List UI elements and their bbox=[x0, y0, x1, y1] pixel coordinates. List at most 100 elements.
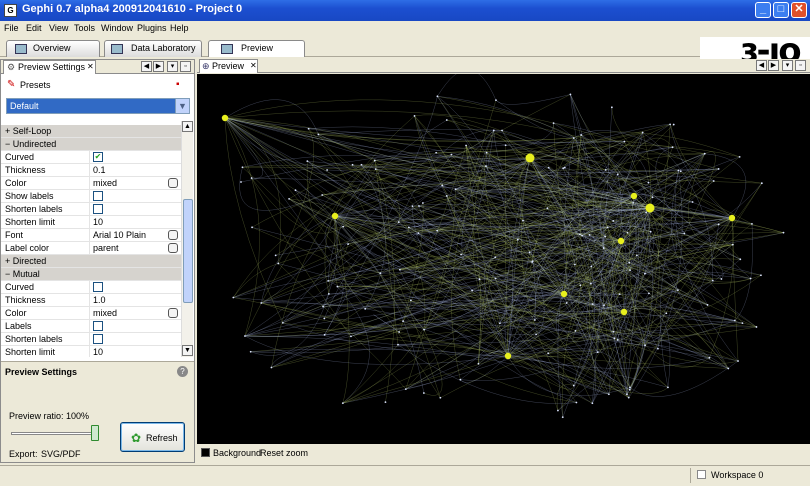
panel-minimize-button[interactable]: ▫ bbox=[795, 60, 806, 71]
scroll-up-button[interactable]: ▲ bbox=[182, 121, 193, 132]
tab-preview[interactable]: Preview bbox=[208, 40, 305, 57]
background-button[interactable]: Background bbox=[213, 448, 261, 458]
collapse-icon[interactable]: − bbox=[5, 139, 10, 149]
graph-node bbox=[560, 290, 568, 298]
graph-node bbox=[504, 352, 512, 360]
graph-node bbox=[398, 268, 401, 271]
refresh-button[interactable]: ✿ Refresh bbox=[120, 422, 185, 452]
panel-menu-button[interactable]: ▾ bbox=[167, 61, 178, 72]
property-row: Color mixed bbox=[1, 177, 181, 190]
tab-overview[interactable]: Overview bbox=[6, 40, 100, 57]
graph-edge bbox=[328, 232, 784, 282]
ellipsis-button[interactable] bbox=[168, 230, 178, 240]
scroll-right-button[interactable]: ▶ bbox=[153, 61, 164, 72]
graph-edge bbox=[495, 94, 571, 105]
property-row: Color mixed bbox=[1, 307, 181, 320]
graph-node bbox=[525, 153, 535, 163]
category-label: Directed bbox=[12, 256, 47, 266]
shorten-labels-checkbox[interactable] bbox=[93, 204, 103, 214]
graph-edge bbox=[669, 124, 733, 219]
category-mutual[interactable]: − Mutual bbox=[1, 268, 181, 281]
preview-ratio-slider[interactable] bbox=[11, 432, 97, 435]
menu-edit[interactable]: Edit bbox=[26, 23, 42, 33]
menu-view[interactable]: View bbox=[49, 23, 68, 33]
tab-data-laboratory[interactable]: Data Laboratory bbox=[104, 40, 202, 57]
ellipsis-button[interactable] bbox=[168, 308, 178, 318]
help-icon[interactable]: ? bbox=[177, 366, 188, 377]
graph-node bbox=[720, 278, 723, 280]
graph-node bbox=[627, 396, 630, 399]
mutual-shorten-labels-checkbox[interactable] bbox=[93, 334, 103, 344]
ellipsis-button[interactable] bbox=[168, 243, 178, 253]
presets-save-icon[interactable]: ▪ bbox=[176, 79, 180, 90]
curved-checkbox[interactable]: ✔ bbox=[93, 152, 103, 162]
graph-node bbox=[645, 203, 655, 213]
graph-node bbox=[617, 237, 625, 245]
graph-node bbox=[628, 388, 631, 391]
graph-node bbox=[232, 296, 235, 299]
thickness-field[interactable]: 0.1 bbox=[93, 165, 106, 175]
graph-node bbox=[323, 317, 326, 320]
reset-zoom-button[interactable]: Reset zoom bbox=[260, 448, 308, 458]
mutual-curved-checkbox[interactable] bbox=[93, 282, 103, 292]
preview-ratio-slider-thumb[interactable] bbox=[91, 425, 99, 441]
expand-icon[interactable]: + bbox=[5, 126, 10, 136]
tab-preview-view[interactable]: ⊕ Preview ✕ bbox=[199, 59, 258, 73]
preset-select[interactable]: Default ▼ bbox=[6, 98, 190, 114]
tab-close-icon[interactable]: ✕ bbox=[250, 60, 257, 72]
mutual-labels-checkbox[interactable] bbox=[93, 321, 103, 331]
mutual-shorten-limit-field[interactable]: 10 bbox=[93, 347, 103, 357]
menu-file[interactable]: File bbox=[4, 23, 19, 33]
menu-tools[interactable]: Tools bbox=[74, 23, 95, 33]
menu-help[interactable]: Help bbox=[170, 23, 189, 33]
property-label: Thickness bbox=[5, 165, 46, 175]
menu-window[interactable]: Window bbox=[101, 23, 133, 33]
graph-node bbox=[579, 284, 582, 287]
property-row: Label color parent bbox=[1, 242, 181, 255]
graph-node bbox=[739, 258, 742, 261]
scrollbar-thumb[interactable] bbox=[183, 199, 193, 303]
color-field[interactable]: mixed bbox=[93, 178, 117, 188]
background-color-swatch[interactable] bbox=[201, 448, 210, 457]
scroll-left-button[interactable]: ◀ bbox=[756, 60, 767, 71]
mutual-thickness-field[interactable]: 1.0 bbox=[93, 295, 106, 305]
category-directed[interactable]: + Directed bbox=[1, 255, 181, 268]
tab-close-icon[interactable]: ✕ bbox=[87, 61, 94, 73]
graph-node bbox=[606, 226, 609, 229]
collapse-icon[interactable]: − bbox=[5, 269, 10, 279]
scroll-right-button[interactable]: ▶ bbox=[768, 60, 779, 71]
category-self-loop[interactable]: + Self-Loop bbox=[1, 125, 181, 138]
font-field[interactable]: Arial 10 Plain bbox=[93, 230, 146, 240]
expand-icon[interactable]: + bbox=[5, 256, 10, 266]
property-row: Shorten labels bbox=[1, 203, 181, 216]
graph-edge bbox=[688, 153, 733, 246]
workspace-label[interactable]: Workspace 0 bbox=[711, 470, 763, 480]
mutual-color-field[interactable]: mixed bbox=[93, 308, 117, 318]
panel-minimize-button[interactable]: ▫ bbox=[180, 61, 191, 72]
graph-node bbox=[364, 307, 367, 310]
minimize-button[interactable]: _ bbox=[755, 2, 771, 18]
ellipsis-button[interactable] bbox=[168, 178, 178, 188]
export-link[interactable]: SVG/PDF bbox=[41, 449, 81, 459]
scroll-down-button[interactable]: ▼ bbox=[182, 345, 193, 356]
graph-preview-canvas[interactable] bbox=[197, 74, 810, 444]
menu-plugins[interactable]: Plugins bbox=[137, 23, 167, 33]
maximize-button[interactable]: □ bbox=[773, 2, 789, 18]
status-bar: Workspace 0 bbox=[0, 465, 810, 486]
graph-edge bbox=[324, 279, 344, 335]
chevron-down-icon[interactable]: ▼ bbox=[175, 99, 189, 113]
label-color-field[interactable]: parent bbox=[93, 243, 119, 253]
scroll-left-button[interactable]: ◀ bbox=[141, 61, 152, 72]
category-label: Self-Loop bbox=[12, 126, 52, 136]
shorten-limit-field[interactable]: 10 bbox=[93, 217, 103, 227]
tab-preview-settings[interactable]: ⚙ Preview Settings ✕ bbox=[3, 60, 96, 74]
panel-menu-button[interactable]: ▾ bbox=[782, 60, 793, 71]
close-button[interactable]: ✕ bbox=[791, 2, 807, 18]
graph-node bbox=[516, 238, 519, 241]
graph-node bbox=[610, 106, 613, 109]
property-scrollbar[interactable]: ▲ ▼ bbox=[181, 121, 193, 357]
category-undirected[interactable]: − Undirected bbox=[1, 138, 181, 151]
graph-node bbox=[557, 409, 559, 412]
show-labels-checkbox[interactable] bbox=[93, 191, 103, 201]
graph-node bbox=[580, 134, 583, 136]
